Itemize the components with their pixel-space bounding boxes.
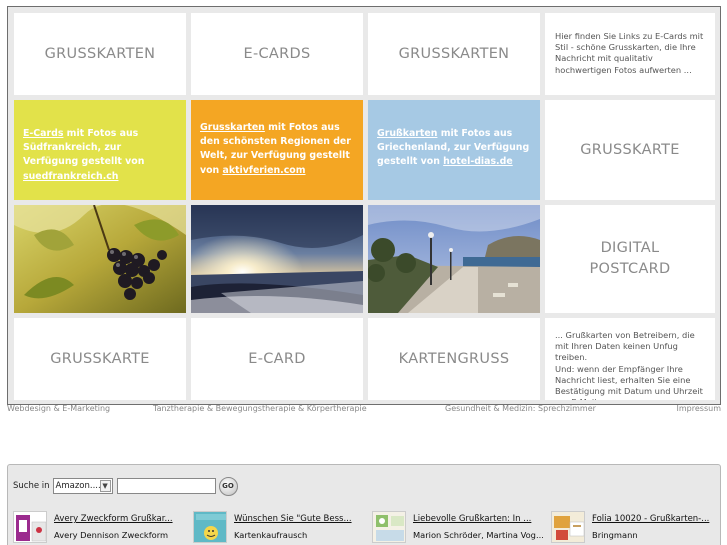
tile-label: E-CARD xyxy=(248,350,306,367)
photo-sunset[interactable] xyxy=(191,205,363,313)
tile-intro-text: Hier finden Sie Links zu E-Cards mit Sti… xyxy=(545,13,715,95)
product-thumbnail[interactable] xyxy=(551,511,585,543)
chevron-down-icon: ▼ xyxy=(99,480,111,492)
promo-source-link[interactable]: hotel-dias.de xyxy=(443,156,513,167)
promo-link-grusskarten-gr[interactable]: Grußkarten xyxy=(377,128,437,139)
product-title[interactable]: Folia 10020 - Grußkarten-... xyxy=(592,514,709,524)
info-text-2: Und: wenn der Empfänger Ihre Nachricht l… xyxy=(555,363,703,400)
info-text-1: ... Grußkarten von Betreibern, die mit I… xyxy=(555,330,695,363)
product-thumbnail[interactable] xyxy=(193,511,227,543)
sunset-image xyxy=(191,205,363,313)
footer-link-impressum[interactable]: Impressum xyxy=(677,404,721,414)
intro-text: Hier finden Sie Links zu E-Cards mit Sti… xyxy=(555,31,704,75)
tile-label: E-CARDS xyxy=(243,45,311,62)
tile-digital-postcard[interactable]: DIGITAL POSTCARD xyxy=(545,205,715,313)
tile-label: GRUSSKARTE xyxy=(50,350,150,367)
grapes-image xyxy=(14,205,186,313)
product-image xyxy=(552,512,584,542)
search-row: Suche in Amazon.... ▼ GO xyxy=(13,475,238,497)
shop-widget: Suche in Amazon.... ▼ GO Avery Zweckform… xyxy=(7,464,721,545)
search-label: Suche in xyxy=(13,481,50,491)
promo-link-grusskarten[interactable]: Grusskarten xyxy=(200,122,265,133)
card-grid: GRUSSKARTEN E-CARDS GRUSSKARTEN Hier fin… xyxy=(7,6,721,405)
footer-link-gesundheit[interactable]: Gesundheit & Medizin: Sprechzimmer xyxy=(445,404,596,414)
footer-link-tanztherapie[interactable]: Tanztherapie & Bewegungstherapie & Körpe… xyxy=(153,404,367,414)
tile-label: GRUSSKARTE xyxy=(580,141,680,158)
tile-label: GRUSSKARTEN xyxy=(398,45,510,62)
product-image xyxy=(373,512,405,542)
product-title[interactable]: Wünschen Sie "Gute Bess... xyxy=(234,514,352,524)
product-item[interactable]: Avery Zweckform Grußkar... Avery Denniso… xyxy=(8,511,183,545)
search-select-value: Amazon.... xyxy=(55,481,101,491)
tile-kartengruss[interactable]: KARTENGRUSS xyxy=(368,318,540,400)
footer-link-webdesign[interactable]: Webdesign & E-Marketing xyxy=(7,404,110,414)
promo-source-link[interactable]: aktivferien.com xyxy=(223,165,306,176)
promo-tile-suedfrankreich: E-Cards mit Fotos aus Südfrankreich, zur… xyxy=(14,100,186,200)
product-author: Kartenkaufrausch xyxy=(234,530,308,540)
go-button[interactable]: GO xyxy=(218,476,238,496)
product-title[interactable]: Liebevolle Grußkarten: In ... xyxy=(413,514,531,524)
photo-grapes[interactable] xyxy=(14,205,186,313)
tile-e-card[interactable]: E-CARD xyxy=(191,318,363,400)
photo-promenade[interactable] xyxy=(368,205,540,313)
product-image xyxy=(194,512,226,542)
product-item[interactable]: Folia 10020 - Grußkarten-... Bringmann xyxy=(546,511,721,545)
tile-label-block: DIGITAL POSTCARD xyxy=(589,238,670,280)
tile-label: GRUSSKARTEN xyxy=(44,45,156,62)
promo-source-link[interactable]: suedfrankreich.ch xyxy=(23,171,118,182)
tile-label: KARTENGRUSS xyxy=(398,350,510,367)
product-list: Avery Zweckform Grußkar... Avery Denniso… xyxy=(8,511,722,545)
product-author: Bringmann xyxy=(592,530,638,540)
promo-link-ecards[interactable]: E-Cards xyxy=(23,128,63,139)
tile-info-text: ... Grußkarten von Betreibern, die mit I… xyxy=(545,318,715,400)
tile-grusskarte[interactable]: GRUSSKARTE xyxy=(545,100,715,200)
tile-label-line1: DIGITAL xyxy=(600,240,660,256)
tile-grusskarte-2[interactable]: GRUSSKARTE xyxy=(14,318,186,400)
product-thumbnail[interactable] xyxy=(372,511,406,543)
search-source-select[interactable]: Amazon.... ▼ xyxy=(52,478,113,494)
product-item[interactable]: Wünschen Sie "Gute Bess... Kartenkaufrau… xyxy=(188,511,363,545)
product-title[interactable]: Avery Zweckform Grußkar... xyxy=(54,514,173,524)
tile-grusskarten-2[interactable]: GRUSSKARTEN xyxy=(368,13,540,95)
tile-e-cards[interactable]: E-CARDS xyxy=(191,13,363,95)
footer-links: Webdesign & E-Marketing Tanztherapie & B… xyxy=(7,404,721,416)
promo-tile-aktivferien: Grusskarten mit Fotos aus den schönsten … xyxy=(191,100,363,200)
product-thumbnail[interactable] xyxy=(13,511,47,543)
product-author: Marion Schröder, Martina Vog... xyxy=(413,530,544,540)
product-item[interactable]: Liebevolle Grußkarten: In ... Marion Sch… xyxy=(367,511,544,545)
product-image xyxy=(16,515,46,542)
tile-label-line2: POSTCARD xyxy=(589,261,671,277)
promenade-image xyxy=(368,205,540,313)
product-author: Avery Dennison Zweckform xyxy=(54,530,169,540)
tile-grusskarten[interactable]: GRUSSKARTEN xyxy=(14,13,186,95)
search-input[interactable] xyxy=(116,478,216,494)
promo-tile-griechenland: Grußkarten mit Fotos aus Griechenland, z… xyxy=(368,100,540,200)
